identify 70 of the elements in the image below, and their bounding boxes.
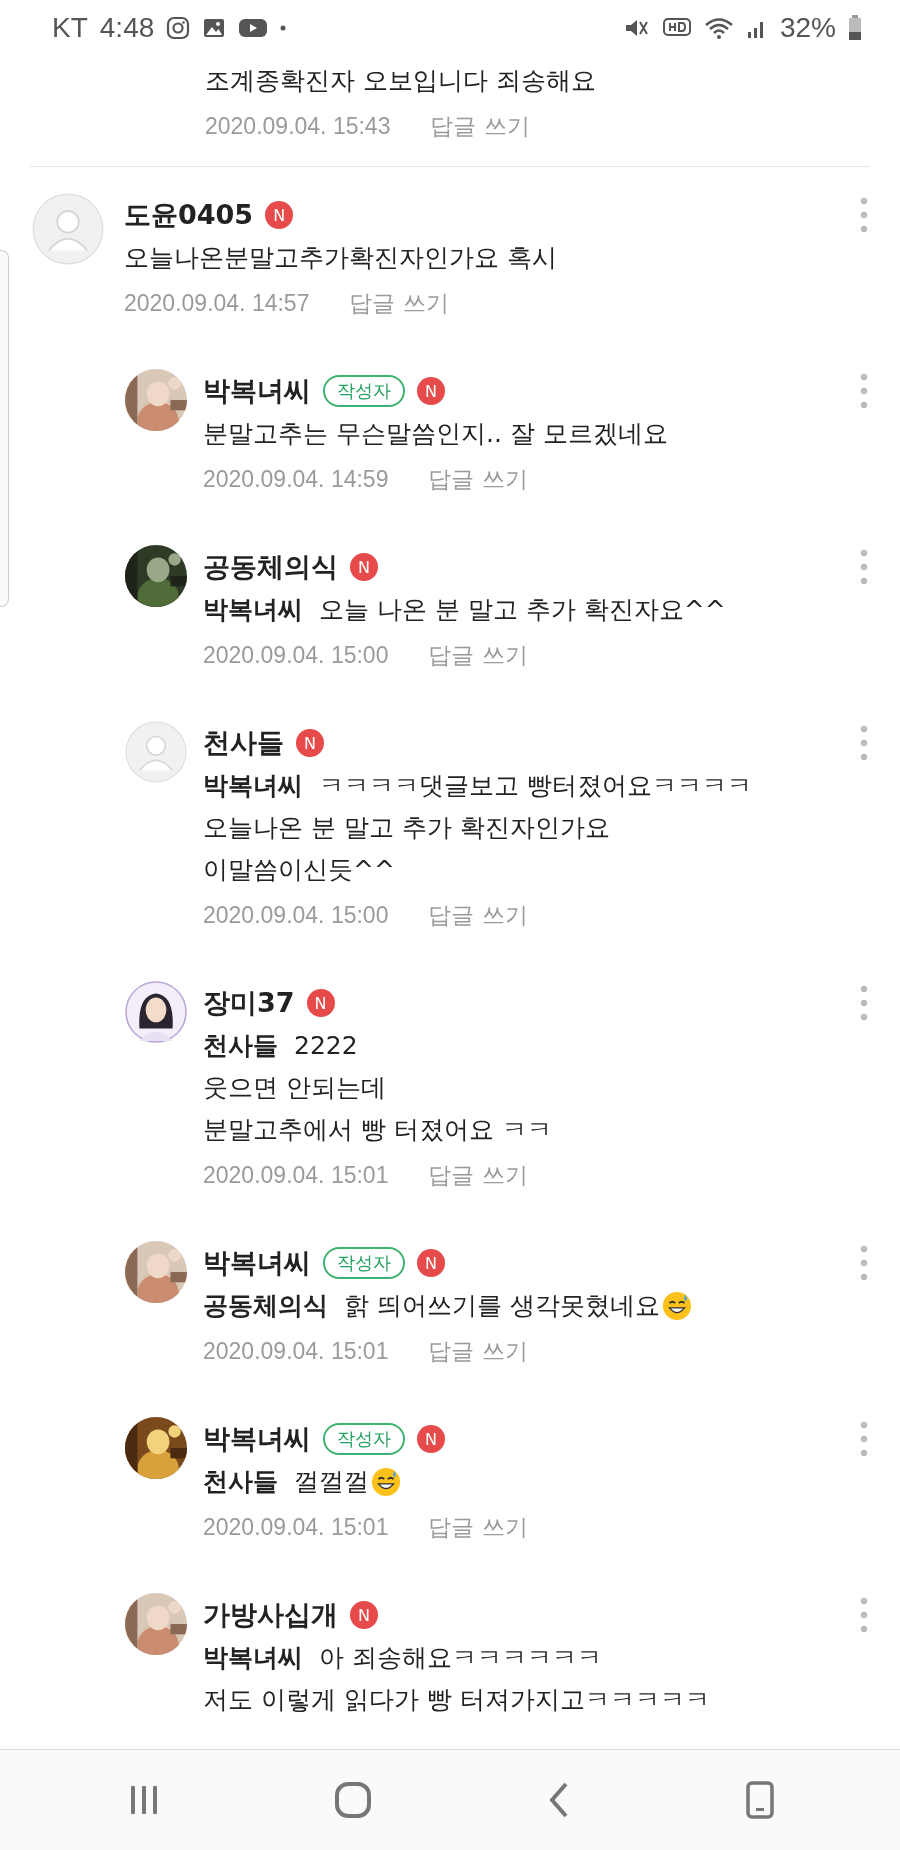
mention[interactable]: 박복녀씨 <box>203 589 303 631</box>
new-badge: N <box>350 553 378 581</box>
comment-date: 2020.09.04. 15:00 <box>203 641 389 670</box>
comment-date: 2020.09.04. 15:01 <box>203 1337 389 1366</box>
new-badge: N <box>306 989 335 1017</box>
comment-date: 2020.09.04. 15:01 <box>203 1513 389 1542</box>
default-avatar-icon <box>125 721 187 783</box>
mention[interactable]: 박복녀씨 <box>203 765 303 807</box>
comment-text: 조계종확진자 오보입니다 죄송해요 <box>205 65 597 97</box>
new-badge: N <box>265 201 294 229</box>
comment-text: 저도 이렇게 읽다가 빵 터져가지고ㅋㅋㅋㅋㅋ <box>203 1684 710 1716</box>
phone-icon[interactable] <box>744 1780 775 1820</box>
comment-text: 오늘나온분말고추가확진자인가요 혹시 <box>124 242 557 274</box>
user-name[interactable]: 박복녀씨 <box>203 373 311 409</box>
user-name[interactable]: 장미37 <box>203 985 295 1021</box>
user-name[interactable]: 박복녀씨 <box>203 1245 311 1281</box>
new-badge: N <box>350 1601 378 1629</box>
user-name[interactable]: 공동체의식 <box>203 549 338 585</box>
new-badge: N <box>296 729 324 757</box>
new-badge: N <box>417 1249 445 1277</box>
comment-text: 이말씀이신듯^^ <box>203 854 395 886</box>
user-name[interactable]: 가방사십개 <box>203 1597 338 1633</box>
battery-icon <box>848 15 862 41</box>
new-badge: N <box>417 377 445 405</box>
more-icon[interactable] <box>860 1421 868 1457</box>
clock: 4:48 <box>99 12 155 44</box>
comment-date: 2020.09.04. 14:59 <box>203 465 389 494</box>
mention[interactable]: 공동체의식 <box>203 1285 328 1327</box>
battery-percent: 32% <box>779 12 836 44</box>
more-icon[interactable] <box>860 1245 868 1281</box>
user-name[interactable]: 박복녀씨 <box>203 1421 311 1457</box>
carrier: KT <box>52 12 88 44</box>
edge-panel-handle[interactable] <box>0 250 9 607</box>
more-icon[interactable] <box>860 549 868 585</box>
video-icon <box>238 16 269 40</box>
comment-text: 분말고추는 무슨말씀인지.. 잘 모르겠네요 <box>203 418 668 450</box>
dot-icon <box>280 25 287 31</box>
more-icon[interactable] <box>860 373 868 409</box>
author-badge: 작성자 <box>323 375 405 407</box>
comment-text: 분말고추에서 빵 터졌어요 ㅋㅋ <box>203 1114 552 1146</box>
comment-text: 껄껄껄 <box>294 1466 369 1498</box>
comment-text: ㅋㅋㅋㅋ댓글보고 빵터졌어요ㅋㅋㅋㅋ <box>319 770 752 802</box>
comment-date: 2020.09.04. 15:00 <box>203 901 389 930</box>
comment-date: 2020.09.04. 15:01 <box>203 1161 389 1190</box>
comment-text: 오늘 나온 분 말고 추가 확진자요^^ <box>319 594 726 626</box>
user-name[interactable]: 도윤0405 <box>124 197 254 233</box>
default-avatar-icon <box>32 193 104 265</box>
gallery-icon <box>202 16 227 40</box>
user-name[interactable]: 천사들 <box>203 725 284 761</box>
more-icon[interactable] <box>860 1597 868 1633</box>
instagram-icon <box>166 16 191 40</box>
avatar-illustration <box>125 981 187 1043</box>
mention[interactable]: 천사들 <box>203 1025 278 1067</box>
mention[interactable]: 박복녀씨 <box>203 1637 303 1679</box>
comment-text: 아 죄송해요ㅋㅋㅋㅋㅋㅋ <box>319 1642 602 1674</box>
more-icon[interactable] <box>860 197 868 233</box>
mention[interactable]: 천사들 <box>203 1461 278 1503</box>
author-badge: 작성자 <box>323 1423 405 1455</box>
more-icon[interactable] <box>860 985 868 1021</box>
comment-text: 2222 <box>294 1030 358 1062</box>
more-icon[interactable] <box>860 725 868 761</box>
home-icon[interactable] <box>332 1780 373 1820</box>
author-badge: 작성자 <box>323 1247 405 1279</box>
comment-date: 2020.09.04. 15:43 <box>205 112 391 141</box>
new-badge: N <box>417 1425 445 1453</box>
wifi-icon <box>703 16 734 40</box>
comment-text: 핡 띄어쓰기를 생각못혔네요 <box>344 1290 660 1322</box>
comment-text: 웃으면 안되는데 <box>203 1072 386 1104</box>
comment-date: 2020.09.04. 14:57 <box>124 289 310 318</box>
comment-text: 오늘나온 분 말고 추가 확진자인가요 <box>203 812 610 844</box>
